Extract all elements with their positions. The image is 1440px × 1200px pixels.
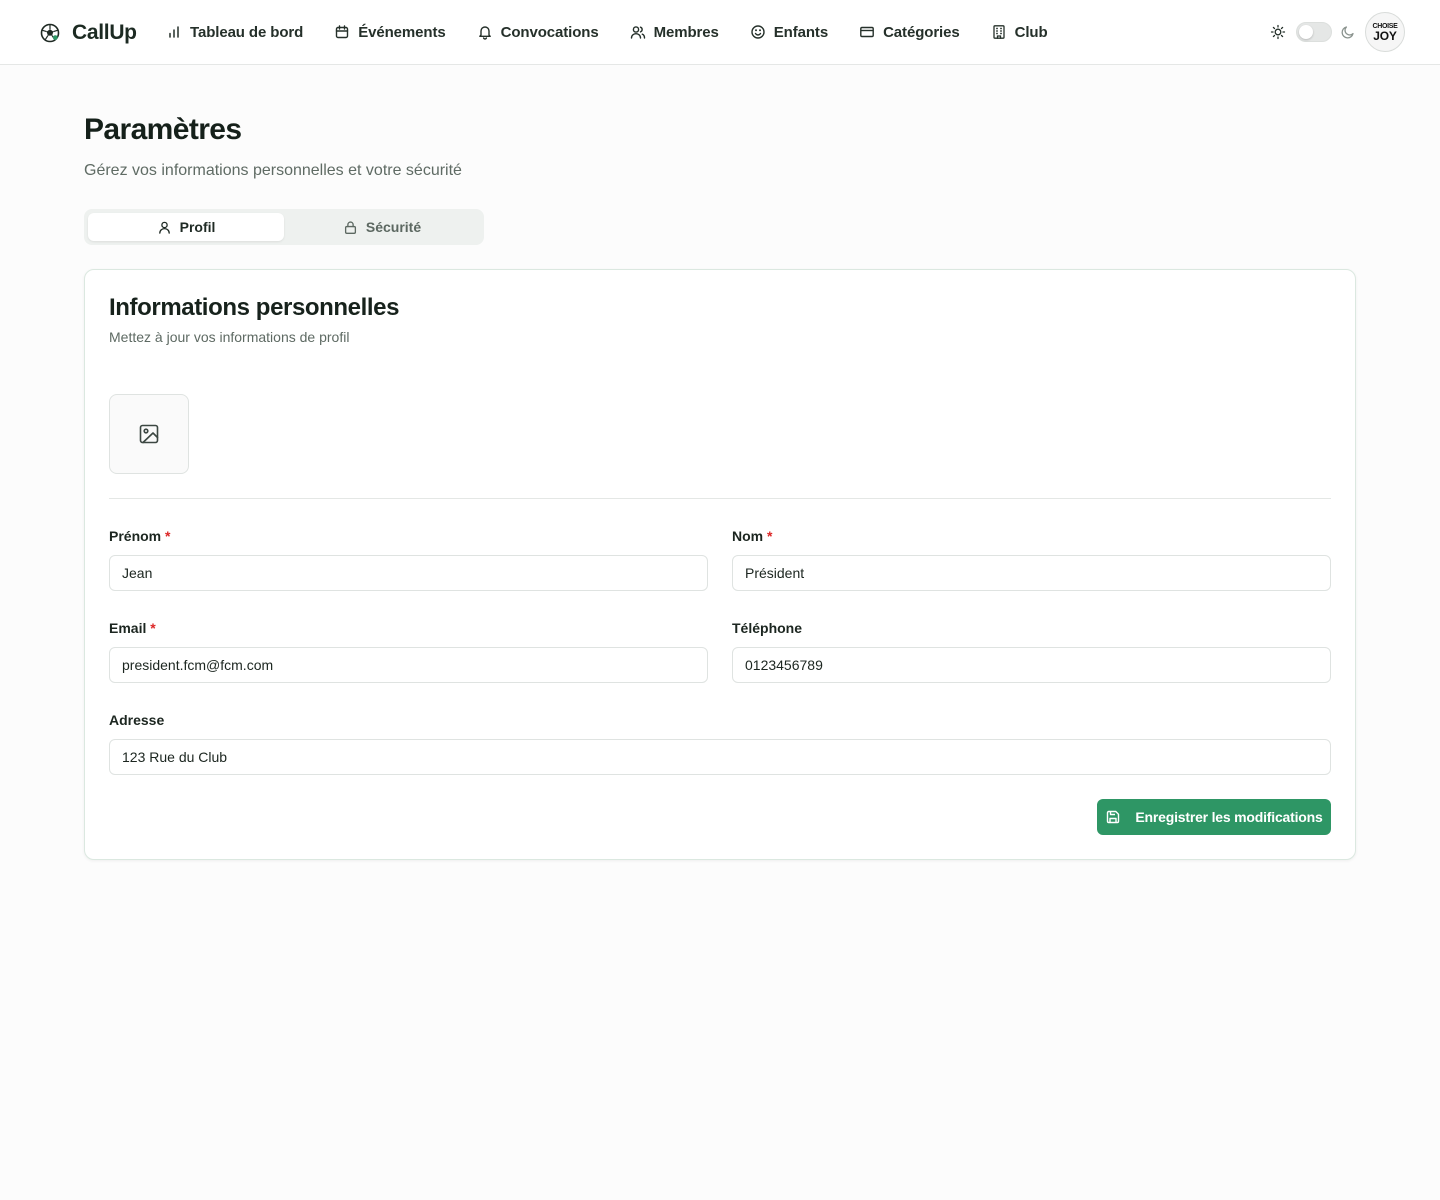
- label-text: Adresse: [109, 712, 165, 728]
- main-nav: Tableau de bord Événements Convocations …: [166, 19, 1048, 45]
- nav-label: Membres: [653, 23, 719, 41]
- save-button-label: Enregistrer les modifications: [1135, 809, 1323, 825]
- save-changes-button[interactable]: Enregistrer les modifications: [1097, 799, 1331, 835]
- calendar-icon: [336, 25, 349, 39]
- nav-label: Événements: [358, 23, 446, 41]
- theme-switcher: [1270, 21, 1356, 43]
- brand[interactable]: CallUp: [40, 18, 137, 48]
- sun-icon: [1270, 24, 1286, 40]
- user-avatar[interactable]: CHOISE JOY: [1365, 12, 1405, 52]
- profile-photo-upload[interactable]: [109, 394, 189, 474]
- required-marker: *: [165, 528, 171, 544]
- nav-item-children[interactable]: Enfants: [750, 24, 828, 41]
- tab-label: Sécurité: [365, 219, 422, 235]
- divider: [109, 498, 1331, 499]
- address-input[interactable]: [109, 739, 1331, 775]
- required-marker: *: [150, 620, 156, 636]
- tab-security[interactable]: Sécurité: [284, 213, 480, 241]
- required-marker: *: [767, 528, 773, 544]
- label-text: Email: [109, 620, 147, 636]
- smile-icon: [751, 25, 765, 39]
- image-icon: [139, 424, 159, 444]
- last-name-label: Nom *: [732, 528, 772, 544]
- nav-label: Club: [1014, 23, 1048, 41]
- label-text: Téléphone: [732, 620, 803, 636]
- card-icon: [860, 26, 874, 38]
- nav-item-members[interactable]: Membres: [630, 24, 719, 41]
- avatar-text-bottom: JOY: [1373, 28, 1397, 43]
- personal-info-card: Informations personnelles Mettez à jour …: [84, 269, 1356, 860]
- nav-item-categories[interactable]: Catégories: [859, 24, 960, 41]
- settings-tabs: Profil Sécurité: [84, 209, 484, 245]
- phone-label: Téléphone: [732, 620, 802, 636]
- tab-label: Profil: [179, 219, 216, 235]
- page-title: Paramètres: [84, 113, 242, 146]
- theme-toggle[interactable]: [1296, 22, 1332, 42]
- bell-icon: [478, 26, 491, 40]
- card-title: Informations personnelles: [109, 294, 400, 321]
- first-name-label: Prénom *: [109, 528, 170, 544]
- nav-item-dashboard[interactable]: Tableau de bord: [166, 24, 303, 41]
- moon-icon: [1341, 26, 1354, 39]
- soccer-ball-icon: [40, 23, 60, 43]
- nav-item-convocations[interactable]: Convocations: [477, 24, 599, 41]
- nav-item-events[interactable]: Événements: [334, 23, 446, 41]
- nav-item-club[interactable]: Club: [991, 24, 1048, 41]
- email-label: Email *: [109, 620, 156, 636]
- app-name: CallUp: [72, 21, 137, 44]
- users-icon: [630, 26, 645, 39]
- user-icon: [158, 221, 170, 234]
- card-description: Mettez à jour vos informations de profil: [109, 329, 350, 345]
- nav-label: Convocations: [500, 23, 599, 41]
- nav-label: Catégories: [883, 23, 960, 41]
- save-icon: [1107, 810, 1120, 824]
- phone-input[interactable]: [732, 647, 1331, 683]
- page-subtitle: Gérez vos informations personnelles et v…: [84, 162, 462, 179]
- label-text: Nom: [732, 528, 764, 544]
- toggle-knob: [1299, 25, 1313, 39]
- email-input[interactable]: [109, 647, 708, 683]
- last-name-input[interactable]: [732, 555, 1331, 591]
- building-icon: [992, 25, 1005, 39]
- bar-chart-icon: [169, 26, 179, 38]
- tab-profile[interactable]: Profil: [88, 213, 284, 241]
- first-name-input[interactable]: [109, 555, 708, 591]
- address-label: Adresse: [109, 712, 164, 728]
- lock-icon: [344, 220, 356, 234]
- top-navigation-bar: CallUp Tableau de bord Événements Convoc…: [0, 0, 1440, 65]
- nav-label: Enfants: [773, 23, 829, 41]
- label-text: Prénom: [109, 528, 162, 544]
- nav-label: Tableau de bord: [190, 23, 304, 41]
